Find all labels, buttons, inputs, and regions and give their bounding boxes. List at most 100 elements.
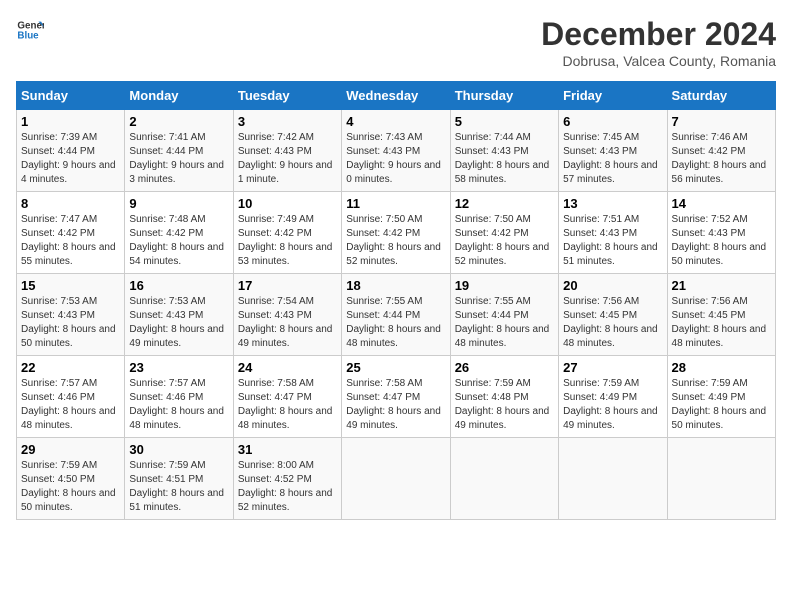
day-detail: Sunrise: 7:42 AMSunset: 4:43 PMDaylight:… [238, 131, 337, 187]
day-detail: Sunrise: 7:39 AMSunset: 4:44 PMDaylight:… [21, 131, 120, 187]
day-number: 15 [21, 278, 120, 293]
calendar-cell: 5 Sunrise: 7:44 AMSunset: 4:43 PMDaylight… [450, 110, 558, 192]
day-detail: Sunrise: 7:48 AMSunset: 4:42 PMDaylight:… [129, 213, 228, 269]
day-detail: Sunrise: 7:59 AMSunset: 4:51 PMDaylight:… [129, 459, 228, 515]
day-detail: Sunrise: 7:46 AMSunset: 4:42 PMDaylight:… [672, 131, 771, 187]
weekday-header: Friday [559, 82, 667, 110]
day-number: 11 [346, 196, 445, 211]
day-number: 2 [129, 114, 228, 129]
calendar-cell: 28Sunrise: 7:59 AMSunset: 4:49 PMDayligh… [667, 356, 775, 438]
calendar-table: SundayMondayTuesdayWednesdayThursdayFrid… [16, 81, 776, 520]
calendar-cell: 30 Sunrise: 7:59 AMSunset: 4:51 PMDayligh… [125, 438, 233, 520]
day-detail: Sunrise: 7:51 AMSunset: 4:43 PMDaylight:… [563, 213, 662, 269]
calendar-cell: 27Sunrise: 7:59 AMSunset: 4:49 PMDayligh… [559, 356, 667, 438]
day-number: 12 [455, 196, 554, 211]
month-title: December 2024 [541, 16, 776, 53]
weekday-header: Saturday [667, 82, 775, 110]
day-detail: Sunrise: 7:59 AMSunset: 4:48 PMDaylight:… [455, 377, 554, 433]
calendar-week-row: 22 Sunrise: 7:57 AMSunset: 4:46 PMDayligh… [17, 356, 776, 438]
day-number: 26 [455, 360, 554, 375]
day-number: 22 [21, 360, 120, 375]
day-number: 8 [21, 196, 120, 211]
calendar-cell [559, 438, 667, 520]
day-detail: Sunrise: 7:59 AMSunset: 4:49 PMDaylight:… [672, 377, 771, 433]
day-number: 6 [563, 114, 662, 129]
calendar-cell: 4 Sunrise: 7:43 AMSunset: 4:43 PMDaylight… [342, 110, 450, 192]
calendar-cell: 25Sunrise: 7:58 AMSunset: 4:47 PMDayligh… [342, 356, 450, 438]
calendar-cell [450, 438, 558, 520]
calendar-week-row: 15 Sunrise: 7:53 AMSunset: 4:43 PMDayligh… [17, 274, 776, 356]
day-number: 7 [672, 114, 771, 129]
day-detail: Sunrise: 7:57 AMSunset: 4:46 PMDaylight:… [129, 377, 228, 433]
calendar-cell: 10 Sunrise: 7:49 AMSunset: 4:42 PMDayligh… [233, 192, 341, 274]
weekday-header: Wednesday [342, 82, 450, 110]
day-number: 3 [238, 114, 337, 129]
day-number: 29 [21, 442, 120, 457]
logo-icon: General Blue [16, 16, 44, 44]
day-detail: Sunrise: 7:50 AMSunset: 4:42 PMDaylight:… [455, 213, 554, 269]
calendar-cell: 12 Sunrise: 7:50 AMSunset: 4:42 PMDayligh… [450, 192, 558, 274]
day-detail: Sunrise: 7:47 AMSunset: 4:42 PMDaylight:… [21, 213, 120, 269]
day-number: 19 [455, 278, 554, 293]
calendar-cell: 21Sunrise: 7:56 AMSunset: 4:45 PMDayligh… [667, 274, 775, 356]
day-number: 24 [238, 360, 337, 375]
day-detail: Sunrise: 7:49 AMSunset: 4:42 PMDaylight:… [238, 213, 337, 269]
day-number: 31 [238, 442, 337, 457]
page-header: General Blue December 2024 Dobrusa, Valc… [16, 16, 776, 69]
calendar-cell: 23 Sunrise: 7:57 AMSunset: 4:46 PMDayligh… [125, 356, 233, 438]
day-detail: Sunrise: 7:58 AMSunset: 4:47 PMDaylight:… [238, 377, 337, 433]
title-block: December 2024 Dobrusa, Valcea County, Ro… [541, 16, 776, 69]
day-detail: Sunrise: 7:56 AMSunset: 4:45 PMDaylight:… [563, 295, 662, 351]
day-number: 30 [129, 442, 228, 457]
day-number: 16 [129, 278, 228, 293]
calendar-cell: 24 Sunrise: 7:58 AMSunset: 4:47 PMDayligh… [233, 356, 341, 438]
calendar-cell: 29Sunrise: 7:59 AMSunset: 4:50 PMDayligh… [17, 438, 125, 520]
day-detail: Sunrise: 7:41 AMSunset: 4:44 PMDaylight:… [129, 131, 228, 187]
calendar-cell: 7 Sunrise: 7:46 AMSunset: 4:42 PMDaylight… [667, 110, 775, 192]
weekday-header: Sunday [17, 82, 125, 110]
day-detail: Sunrise: 7:43 AMSunset: 4:43 PMDaylight:… [346, 131, 445, 187]
day-number: 10 [238, 196, 337, 211]
calendar-cell: 11Sunrise: 7:50 AMSunset: 4:42 PMDayligh… [342, 192, 450, 274]
day-number: 20 [563, 278, 662, 293]
calendar-cell [342, 438, 450, 520]
calendar-cell: 2 Sunrise: 7:41 AMSunset: 4:44 PMDaylight… [125, 110, 233, 192]
calendar-cell: 16 Sunrise: 7:53 AMSunset: 4:43 PMDayligh… [125, 274, 233, 356]
calendar-week-row: 8 Sunrise: 7:47 AMSunset: 4:42 PMDaylight… [17, 192, 776, 274]
calendar-cell: 15 Sunrise: 7:53 AMSunset: 4:43 PMDayligh… [17, 274, 125, 356]
calendar-cell: 8 Sunrise: 7:47 AMSunset: 4:42 PMDaylight… [17, 192, 125, 274]
day-detail: Sunrise: 7:44 AMSunset: 4:43 PMDaylight:… [455, 131, 554, 187]
day-number: 23 [129, 360, 228, 375]
calendar-cell: 9 Sunrise: 7:48 AMSunset: 4:42 PMDaylight… [125, 192, 233, 274]
calendar-cell: 19 Sunrise: 7:55 AMSunset: 4:44 PMDayligh… [450, 274, 558, 356]
day-number: 4 [346, 114, 445, 129]
calendar-cell: 13Sunrise: 7:51 AMSunset: 4:43 PMDayligh… [559, 192, 667, 274]
calendar-cell: 14Sunrise: 7:52 AMSunset: 4:43 PMDayligh… [667, 192, 775, 274]
calendar-week-row: 29Sunrise: 7:59 AMSunset: 4:50 PMDayligh… [17, 438, 776, 520]
day-detail: Sunrise: 7:53 AMSunset: 4:43 PMDaylight:… [21, 295, 120, 351]
day-detail: Sunrise: 7:59 AMSunset: 4:49 PMDaylight:… [563, 377, 662, 433]
calendar-cell: 3 Sunrise: 7:42 AMSunset: 4:43 PMDaylight… [233, 110, 341, 192]
calendar-cell: 1Sunrise: 7:39 AMSunset: 4:44 PMDaylight… [17, 110, 125, 192]
logo: General Blue [16, 16, 44, 44]
day-detail: Sunrise: 7:57 AMSunset: 4:46 PMDaylight:… [21, 377, 120, 433]
calendar-cell: 26 Sunrise: 7:59 AMSunset: 4:48 PMDayligh… [450, 356, 558, 438]
day-number: 21 [672, 278, 771, 293]
day-number: 18 [346, 278, 445, 293]
header-row: SundayMondayTuesdayWednesdayThursdayFrid… [17, 82, 776, 110]
day-number: 9 [129, 196, 228, 211]
calendar-cell: 17Sunrise: 7:54 AMSunset: 4:43 PMDayligh… [233, 274, 341, 356]
day-number: 5 [455, 114, 554, 129]
day-detail: Sunrise: 7:54 AMSunset: 4:43 PMDaylight:… [238, 295, 337, 351]
calendar-cell: 6 Sunrise: 7:45 AMSunset: 4:43 PMDaylight… [559, 110, 667, 192]
day-detail: Sunrise: 7:52 AMSunset: 4:43 PMDaylight:… [672, 213, 771, 269]
day-detail: Sunrise: 8:00 AMSunset: 4:52 PMDaylight:… [238, 459, 337, 515]
day-detail: Sunrise: 7:45 AMSunset: 4:43 PMDaylight:… [563, 131, 662, 187]
weekday-header: Thursday [450, 82, 558, 110]
day-detail: Sunrise: 7:53 AMSunset: 4:43 PMDaylight:… [129, 295, 228, 351]
day-detail: Sunrise: 7:55 AMSunset: 4:44 PMDaylight:… [455, 295, 554, 351]
weekday-header: Tuesday [233, 82, 341, 110]
calendar-cell: 18 Sunrise: 7:55 AMSunset: 4:44 PMDayligh… [342, 274, 450, 356]
calendar-cell [667, 438, 775, 520]
day-detail: Sunrise: 7:55 AMSunset: 4:44 PMDaylight:… [346, 295, 445, 351]
